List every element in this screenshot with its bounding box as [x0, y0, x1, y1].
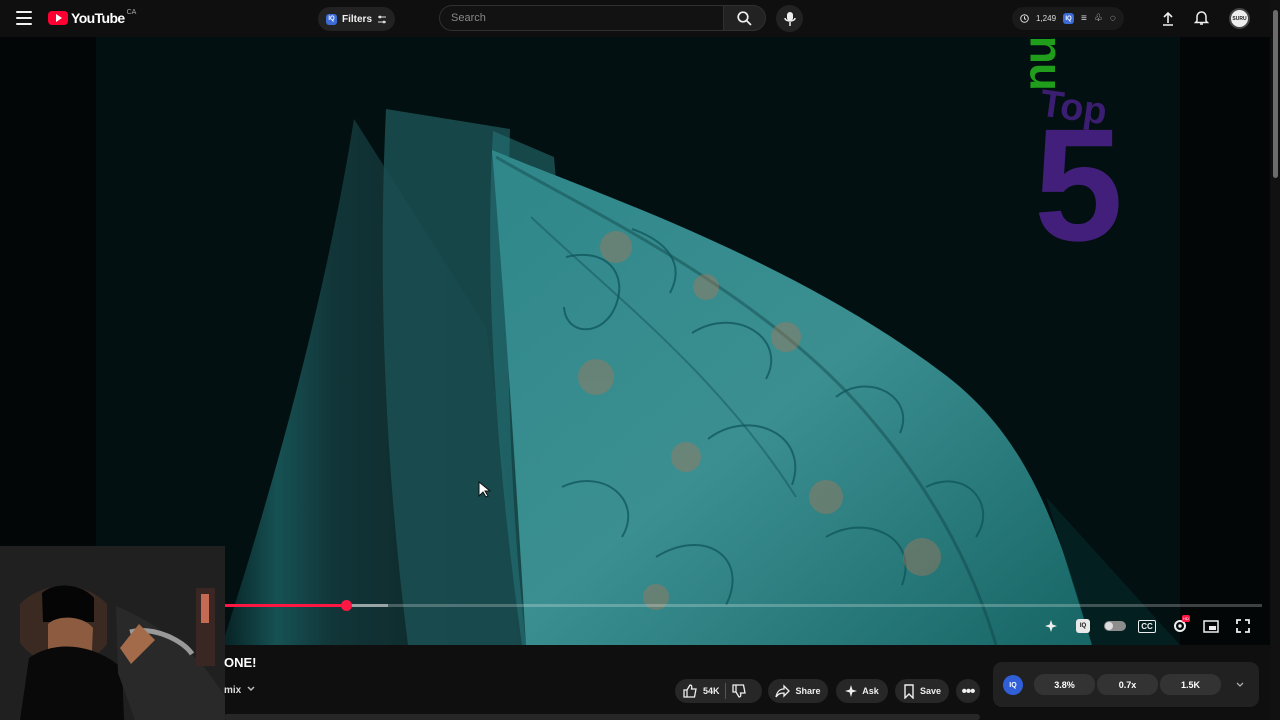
iq-icon: IQ	[1076, 619, 1090, 633]
overlay-number: 5	[1034, 95, 1123, 274]
sparkle-button[interactable]	[1042, 617, 1060, 635]
share-icon	[775, 684, 791, 698]
progress-bar[interactable]	[224, 600, 1262, 611]
mouse-cursor-icon	[478, 481, 491, 498]
description-panel-edge	[224, 714, 980, 720]
like-dislike-control[interactable]: 54K	[675, 679, 762, 703]
filters-sliders-icon	[378, 15, 387, 23]
more-options-icon: •••	[961, 682, 976, 700]
upload-button[interactable]	[1160, 10, 1176, 26]
thumbs-up-icon[interactable]	[682, 683, 698, 699]
bell-icon	[1193, 11, 1209, 25]
played-progress	[224, 604, 347, 607]
settings-button[interactable]: HD	[1171, 615, 1190, 635]
search-input[interactable]: Search	[439, 5, 724, 31]
fullscreen-icon	[1236, 619, 1250, 633]
extension-count: 1,249	[1036, 14, 1057, 23]
overlay-creator-name: nuke's	[1012, 37, 1066, 91]
video-frame	[96, 37, 1180, 645]
chevron-down-icon[interactable]	[1234, 679, 1246, 691]
extension-stats-panel: IQ 3.8% 0.7x 1.5K	[993, 662, 1259, 707]
search-button[interactable]	[723, 5, 766, 31]
award-icon[interactable]: ♧	[1094, 13, 1103, 24]
channel-name[interactable]: mix	[224, 685, 241, 696]
captions-icon: CC	[1138, 619, 1156, 633]
save-label: Save	[919, 686, 942, 696]
more-actions-button[interactable]: •••	[956, 679, 980, 703]
save-button[interactable]: Save	[895, 679, 949, 703]
region-code: CA	[126, 8, 137, 16]
like-count: 54K	[703, 686, 720, 696]
chevron-down-icon[interactable]	[244, 682, 258, 696]
captions-button[interactable]: CC	[1138, 617, 1156, 635]
notifications-button[interactable]	[1193, 10, 1209, 26]
scrollbar-thumb[interactable]	[1273, 10, 1278, 178]
top-bar: YouTube CA IQ Filters Search 1,249 IQ ≡ …	[0, 0, 1280, 37]
fullscreen-button[interactable]	[1234, 617, 1252, 635]
miniplayer-icon	[1203, 619, 1219, 633]
youtube-logo[interactable]: YouTube CA	[48, 8, 137, 26]
brand-name: YouTube	[71, 10, 125, 26]
thumbs-down-icon[interactable]	[731, 683, 747, 699]
share-label: Share	[795, 686, 821, 696]
stat-multiplier: 0.7x	[1097, 674, 1158, 695]
play-logo-icon	[48, 11, 68, 25]
webcam-image	[0, 546, 225, 720]
divider	[724, 683, 726, 699]
miniplayer-button[interactable]	[1202, 617, 1220, 635]
autoplay-toggle[interactable]	[1104, 617, 1126, 635]
clock-icon	[1020, 14, 1029, 23]
voice-search-button[interactable]	[776, 5, 803, 32]
toggle-icon	[1104, 621, 1126, 631]
video-title: ONE!	[224, 655, 257, 670]
upload-icon	[1163, 11, 1173, 26]
bookmark-icon	[904, 683, 914, 699]
stat-percentage: 3.8%	[1034, 674, 1095, 695]
sparkle-icon	[1044, 619, 1057, 632]
iq-panel-icon[interactable]: IQ	[1003, 675, 1023, 695]
iq-icon: IQ	[326, 13, 337, 25]
filters-label: Filters	[342, 13, 373, 25]
list-icon[interactable]: ≡	[1081, 13, 1087, 24]
stat-count: 1.5K	[1160, 674, 1221, 695]
ask-label: Ask	[862, 686, 879, 696]
filters-button[interactable]: IQ Filters	[318, 7, 396, 31]
avatar[interactable]: SURU	[1229, 8, 1250, 29]
quality-badge: HD	[1182, 615, 1190, 622]
search-icon	[737, 10, 752, 26]
microphone-icon	[783, 11, 796, 26]
webcam-overlay	[0, 546, 225, 720]
iq-player-button[interactable]: IQ	[1074, 617, 1092, 635]
menu-icon[interactable]	[16, 11, 32, 25]
iq-extension-icon[interactable]: IQ	[1063, 13, 1075, 24]
ask-button[interactable]: Ask	[836, 679, 888, 703]
share-button[interactable]: Share	[768, 679, 828, 703]
chat-icon[interactable]: ◌	[1110, 13, 1116, 24]
page-scrollbar[interactable]	[1271, 0, 1280, 720]
extension-toolbar[interactable]: 1,249 IQ ≡ ♧ ◌	[1012, 7, 1124, 30]
sparkle-icon	[845, 685, 858, 697]
